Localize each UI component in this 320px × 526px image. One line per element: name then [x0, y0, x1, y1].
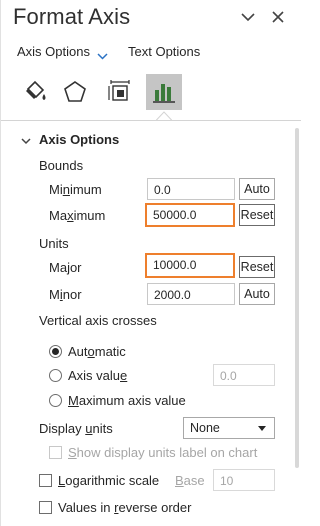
base-label: Base	[175, 473, 205, 488]
maximum-input[interactable]: 50000.0	[145, 203, 235, 227]
display-units-value: None	[190, 421, 220, 435]
base-input[interactable]: 10	[213, 469, 275, 491]
major-reset-button[interactable]: Reset	[239, 256, 275, 278]
show-display-units-checkbox[interactable]	[49, 446, 62, 459]
logarithmic-scale-checkbox[interactable]	[39, 474, 52, 487]
radio-automatic-label[interactable]: Automatic	[68, 344, 126, 359]
pane-title: Format Axis	[13, 4, 131, 29]
minor-auto-button[interactable]: Auto	[239, 283, 275, 305]
radio-maximum-axis-value[interactable]	[49, 394, 62, 407]
tab-text-options[interactable]: Text Options	[128, 44, 200, 59]
minor-input[interactable]: 2000.0	[147, 283, 235, 305]
show-display-units-label: Show display units label on chart	[68, 445, 258, 460]
major-label: Major	[49, 260, 82, 275]
vertical-axis-crosses-heading: Vertical axis crosses	[39, 313, 157, 328]
axis-options-section-title[interactable]: Axis Options	[39, 132, 119, 147]
maximum-reset-button[interactable]: Reset	[239, 204, 275, 226]
pane-scrollbar[interactable]	[295, 128, 299, 468]
dropdown-arrow-icon	[258, 426, 266, 431]
display-units-label: Display units	[39, 421, 113, 436]
effects-icon[interactable]	[57, 74, 93, 110]
minimum-auto-button[interactable]: Auto	[239, 178, 275, 200]
chevron-down-icon	[241, 12, 255, 21]
radio-axis-value-label[interactable]: Axis value	[68, 368, 127, 383]
axis-options-icon[interactable]	[146, 74, 182, 110]
logarithmic-scale-label[interactable]: Logarithmic scale	[58, 473, 159, 488]
divider	[1, 120, 301, 121]
values-reverse-order-checkbox[interactable]	[39, 501, 52, 514]
minimum-label: Minimum	[49, 182, 102, 197]
minor-label: Minor	[49, 287, 82, 302]
chevron-down-icon[interactable]	[97, 48, 108, 63]
minimum-input[interactable]: 0.0	[147, 178, 235, 200]
radio-axis-value[interactable]	[49, 369, 62, 382]
fill-line-icon[interactable]	[17, 74, 53, 110]
major-input[interactable]: 10000.0	[145, 253, 235, 278]
units-heading: Units	[39, 236, 69, 251]
section-collapse-icon[interactable]	[21, 134, 31, 148]
axis-value-input[interactable]: 0.0	[213, 364, 275, 386]
size-properties-icon[interactable]	[102, 74, 138, 110]
close-icon	[272, 11, 284, 23]
format-axis-pane: Format Axis Axis Options Text Options Ax…	[0, 0, 301, 526]
radio-automatic[interactable]	[49, 345, 62, 358]
close-pane-button[interactable]	[267, 6, 289, 28]
radio-maximum-axis-value-label[interactable]: Maximum axis value	[68, 393, 186, 408]
bounds-heading: Bounds	[39, 158, 84, 173]
display-units-select[interactable]: None	[183, 417, 275, 439]
maximum-label: Maximum	[49, 208, 106, 223]
category-icon-tabs	[1, 72, 301, 121]
tab-axis-options[interactable]: Axis Options	[17, 44, 90, 59]
pane-options-dropdown[interactable]	[237, 6, 259, 28]
values-reverse-order-label[interactable]: Values in reverse order	[58, 500, 191, 515]
